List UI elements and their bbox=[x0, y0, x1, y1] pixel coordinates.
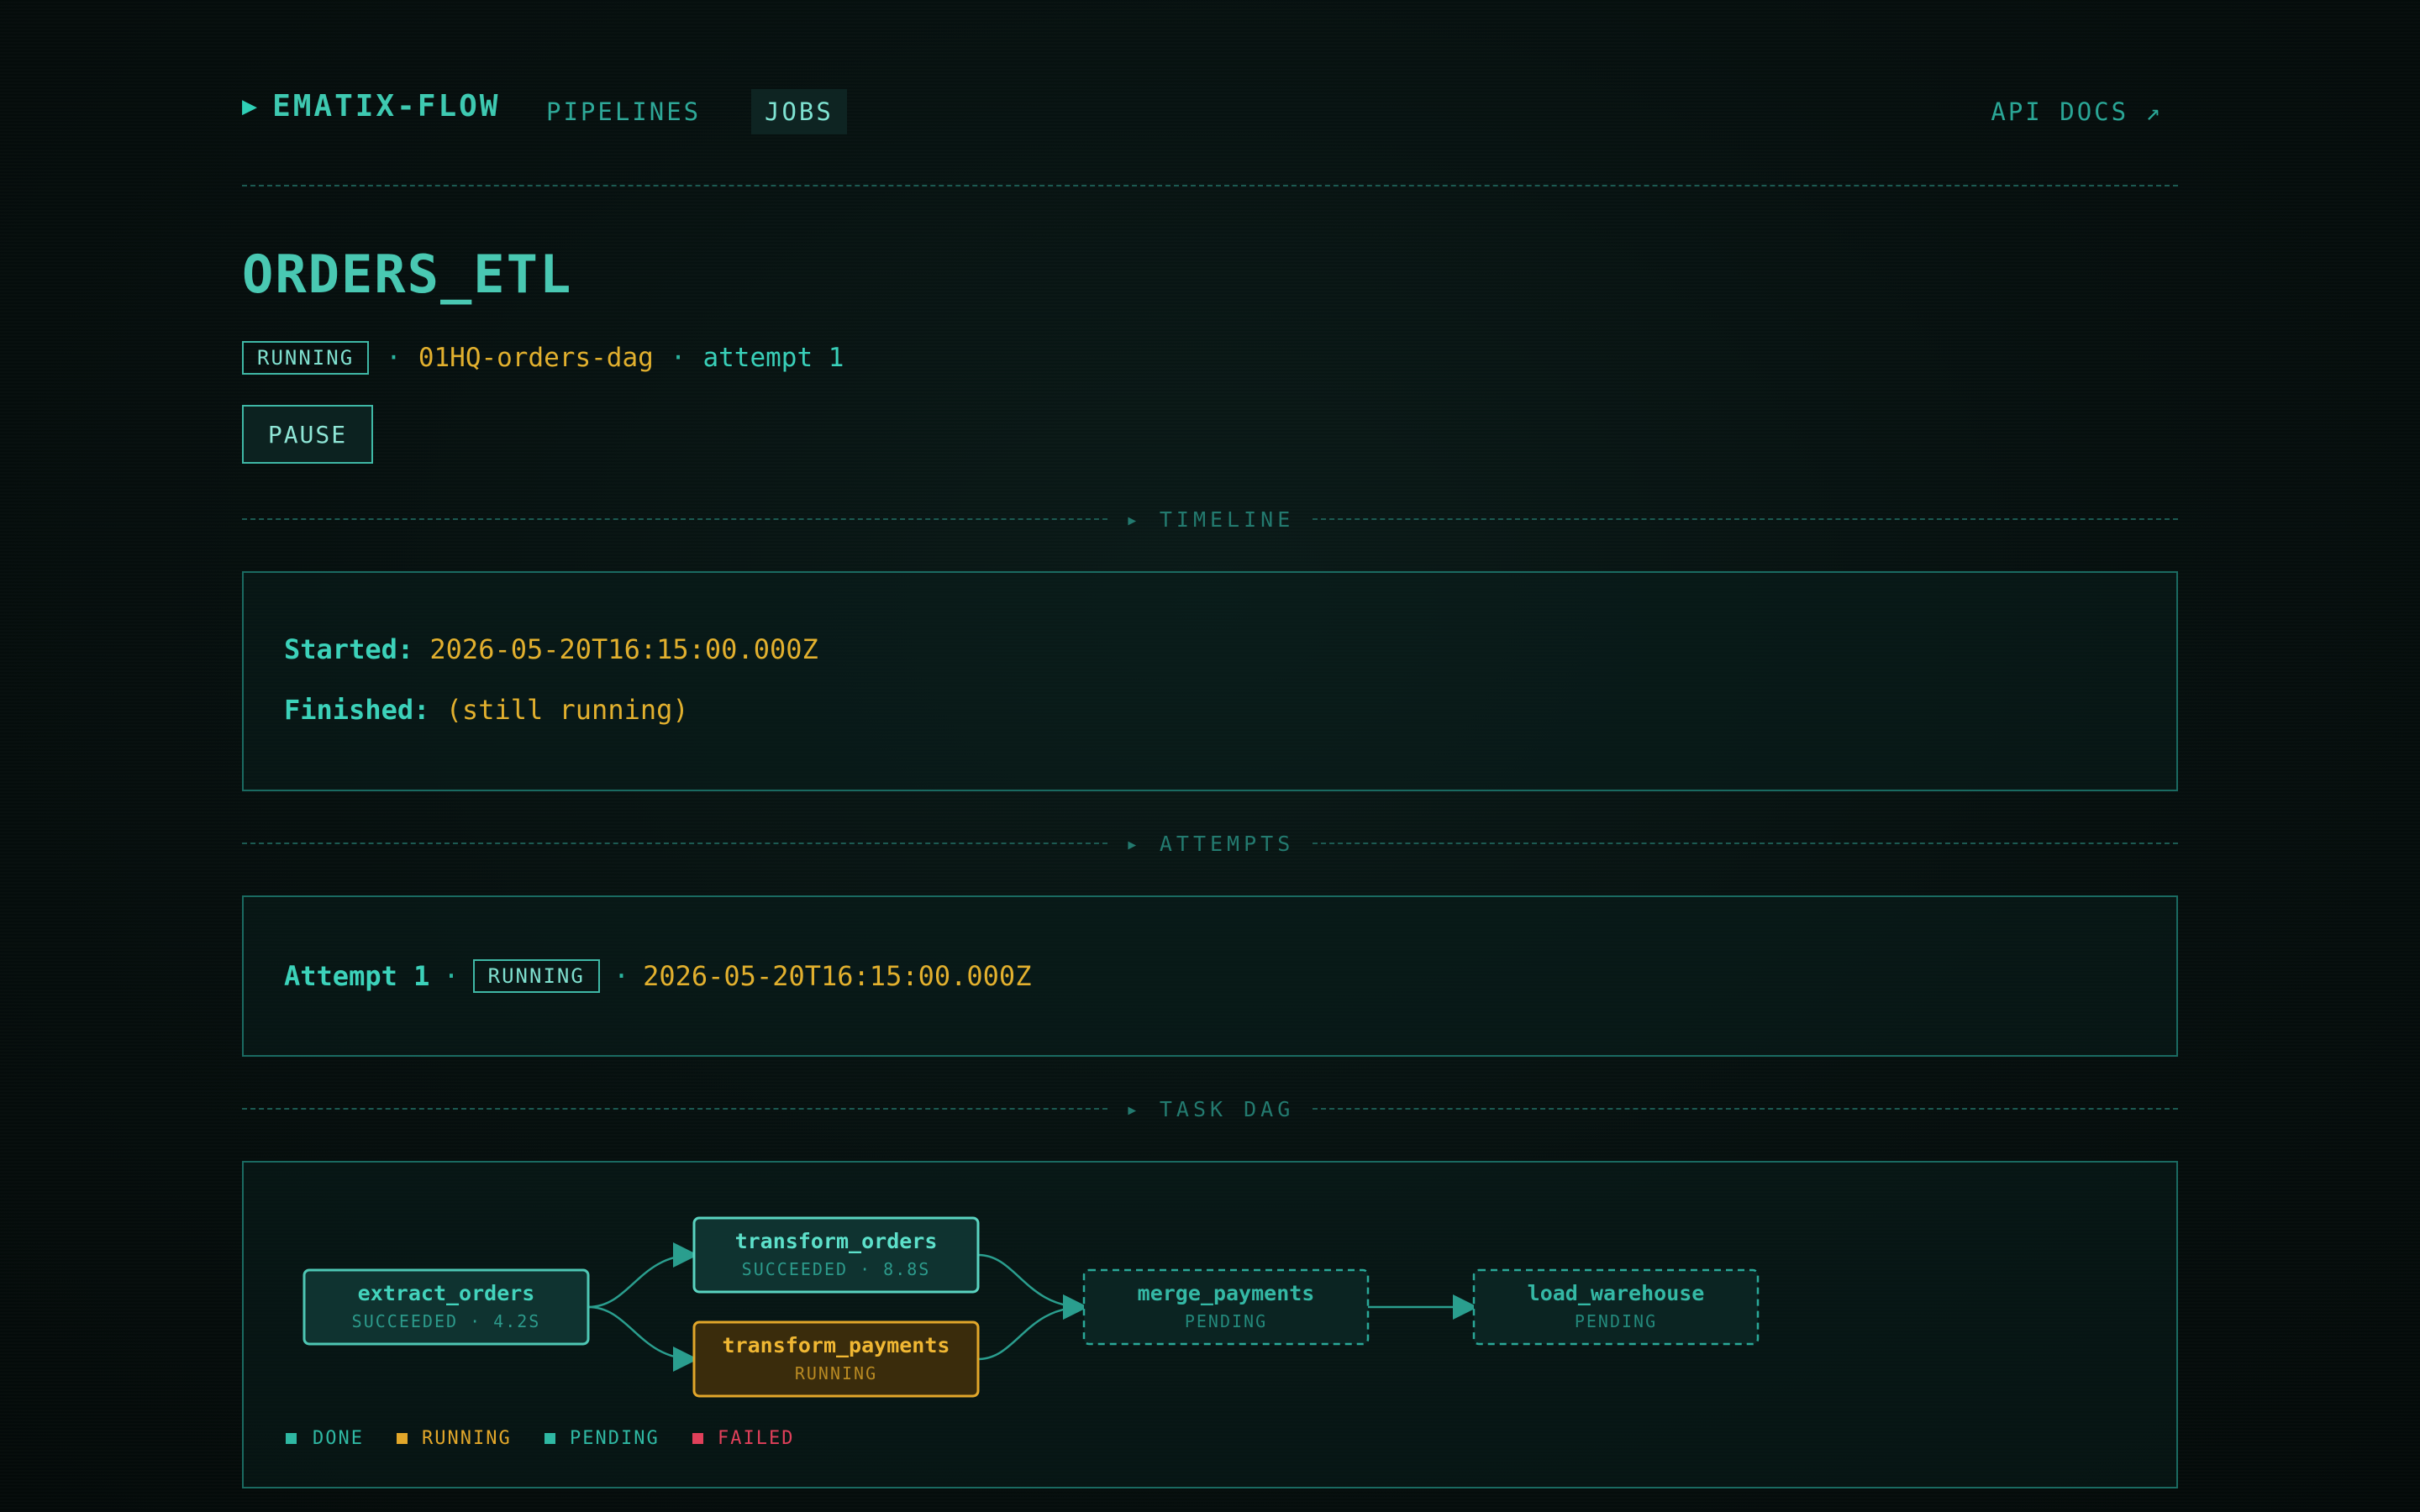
started-row: Started: 2026-05-20T16:15:00.000Z bbox=[284, 633, 818, 665]
legend-label: FAILED bbox=[718, 1428, 794, 1449]
section-title: ▸ TIMELINE bbox=[1125, 507, 1295, 532]
started-value: 2026-05-20T16:15:00.000Z bbox=[429, 633, 818, 665]
legend-label: PENDING bbox=[570, 1428, 660, 1449]
dag-edge bbox=[977, 1253, 1088, 1320]
divider bbox=[1313, 518, 2178, 520]
dag-legend: DONE RUNNING PENDING FAILED bbox=[286, 1428, 794, 1449]
nav-jobs[interactable]: JOBS bbox=[751, 89, 847, 134]
divider bbox=[242, 1108, 1107, 1110]
separator-dot: · bbox=[443, 960, 460, 992]
legend-item-failed: FAILED bbox=[692, 1428, 794, 1449]
dag-node-extract-orders[interactable]: extract_orders SUCCEEDED · 4.2S bbox=[302, 1268, 590, 1346]
attempt-time: 2026-05-20T16:15:00.000Z bbox=[643, 960, 1032, 992]
header-divider bbox=[242, 185, 2178, 186]
attempt-row[interactable]: Attempt 1 · RUNNING · 2026-05-20T16:15:0… bbox=[284, 959, 1031, 993]
legend-item-running: RUNNING bbox=[397, 1428, 512, 1449]
pause-button[interactable]: PAUSE bbox=[242, 405, 373, 464]
finished-label: Finished: bbox=[284, 694, 430, 726]
job-meta: RUNNING · 01HQ-orders-dag · attempt 1 bbox=[242, 341, 844, 375]
node-status: RUNNING bbox=[795, 1363, 877, 1383]
task-dag-section-header: ▸ TASK DAG bbox=[242, 1097, 2178, 1121]
status-badge: RUNNING bbox=[242, 341, 370, 375]
legend-swatch bbox=[692, 1433, 703, 1444]
play-icon: ▶ bbox=[242, 92, 258, 121]
node-status: SUCCEEDED · 8.8S bbox=[742, 1259, 931, 1279]
attempt-label: attempt 1 bbox=[702, 343, 844, 373]
nav-pipelines[interactable]: PIPELINES bbox=[533, 89, 714, 134]
separator-dot: · bbox=[670, 343, 687, 373]
section-title: ▸ ATTEMPTS bbox=[1125, 832, 1295, 856]
separator-dot: · bbox=[613, 960, 630, 992]
dag-id: 01HQ-orders-dag bbox=[418, 343, 654, 373]
page-title: ORDERS_ETL bbox=[242, 244, 573, 305]
timeline-panel: Started: 2026-05-20T16:15:00.000Z Finish… bbox=[242, 571, 2178, 791]
node-name: merge_payments bbox=[1138, 1281, 1315, 1305]
attempt-status-badge: RUNNING bbox=[472, 959, 600, 993]
legend-item-pending: PENDING bbox=[544, 1428, 660, 1449]
node-name: load_warehouse bbox=[1528, 1281, 1705, 1305]
legend-swatch bbox=[397, 1433, 408, 1444]
dag-edge bbox=[587, 1242, 698, 1309]
finished-value: (still running) bbox=[445, 694, 689, 726]
divider bbox=[242, 843, 1107, 844]
dag-edge bbox=[587, 1305, 698, 1372]
api-docs-link[interactable]: API DOCS ↗ bbox=[1991, 89, 2163, 134]
node-status: PENDING bbox=[1575, 1311, 1657, 1331]
attempts-panel: Attempt 1 · RUNNING · 2026-05-20T16:15:0… bbox=[242, 895, 2178, 1057]
divider bbox=[1313, 1108, 2178, 1110]
node-name: extract_orders bbox=[358, 1281, 535, 1305]
finished-row: Finished: (still running) bbox=[284, 694, 689, 726]
legend-label: RUNNING bbox=[422, 1428, 512, 1449]
timeline-section-header: ▸ TIMELINE bbox=[242, 507, 2178, 532]
legend-swatch bbox=[544, 1433, 555, 1444]
legend-item-done: DONE bbox=[286, 1428, 364, 1449]
top-navigation: ▶ EMATIX-FLOW PIPELINES JOBS API DOCS ↗ bbox=[242, 81, 2178, 138]
dag-node-transform-orders[interactable]: transform_orders SUCCEEDED · 8.8S bbox=[692, 1216, 980, 1294]
node-status: PENDING bbox=[1185, 1311, 1267, 1331]
attempt-name: Attempt 1 bbox=[284, 960, 430, 992]
legend-swatch bbox=[286, 1433, 297, 1444]
attempts-section-header: ▸ ATTEMPTS bbox=[242, 832, 2178, 856]
dag-node-merge-payments[interactable]: merge_payments PENDING bbox=[1082, 1268, 1370, 1346]
dag-graph: extract_orders SUCCEEDED · 4.2S transfor… bbox=[286, 1216, 1760, 1449]
task-dag-panel: extract_orders SUCCEEDED · 4.2S transfor… bbox=[242, 1161, 2178, 1488]
divider bbox=[1313, 843, 2178, 844]
dag-edge bbox=[977, 1294, 1088, 1361]
dag-node-load-warehouse[interactable]: load_warehouse PENDING bbox=[1472, 1268, 1760, 1346]
dag-node-transform-payments[interactable]: transform_payments RUNNING bbox=[692, 1320, 980, 1398]
brand-name: EMATIX-FLOW bbox=[272, 89, 501, 123]
node-status: SUCCEEDED · 4.2S bbox=[352, 1311, 541, 1331]
divider bbox=[242, 518, 1107, 520]
separator-dot: · bbox=[386, 343, 402, 373]
node-name: transform_payments bbox=[723, 1333, 950, 1357]
node-name: transform_orders bbox=[735, 1229, 938, 1253]
brand-logo[interactable]: ▶ EMATIX-FLOW bbox=[242, 89, 500, 123]
started-label: Started: bbox=[284, 633, 414, 665]
legend-label: DONE bbox=[313, 1428, 364, 1449]
section-title: ▸ TASK DAG bbox=[1125, 1097, 1295, 1121]
